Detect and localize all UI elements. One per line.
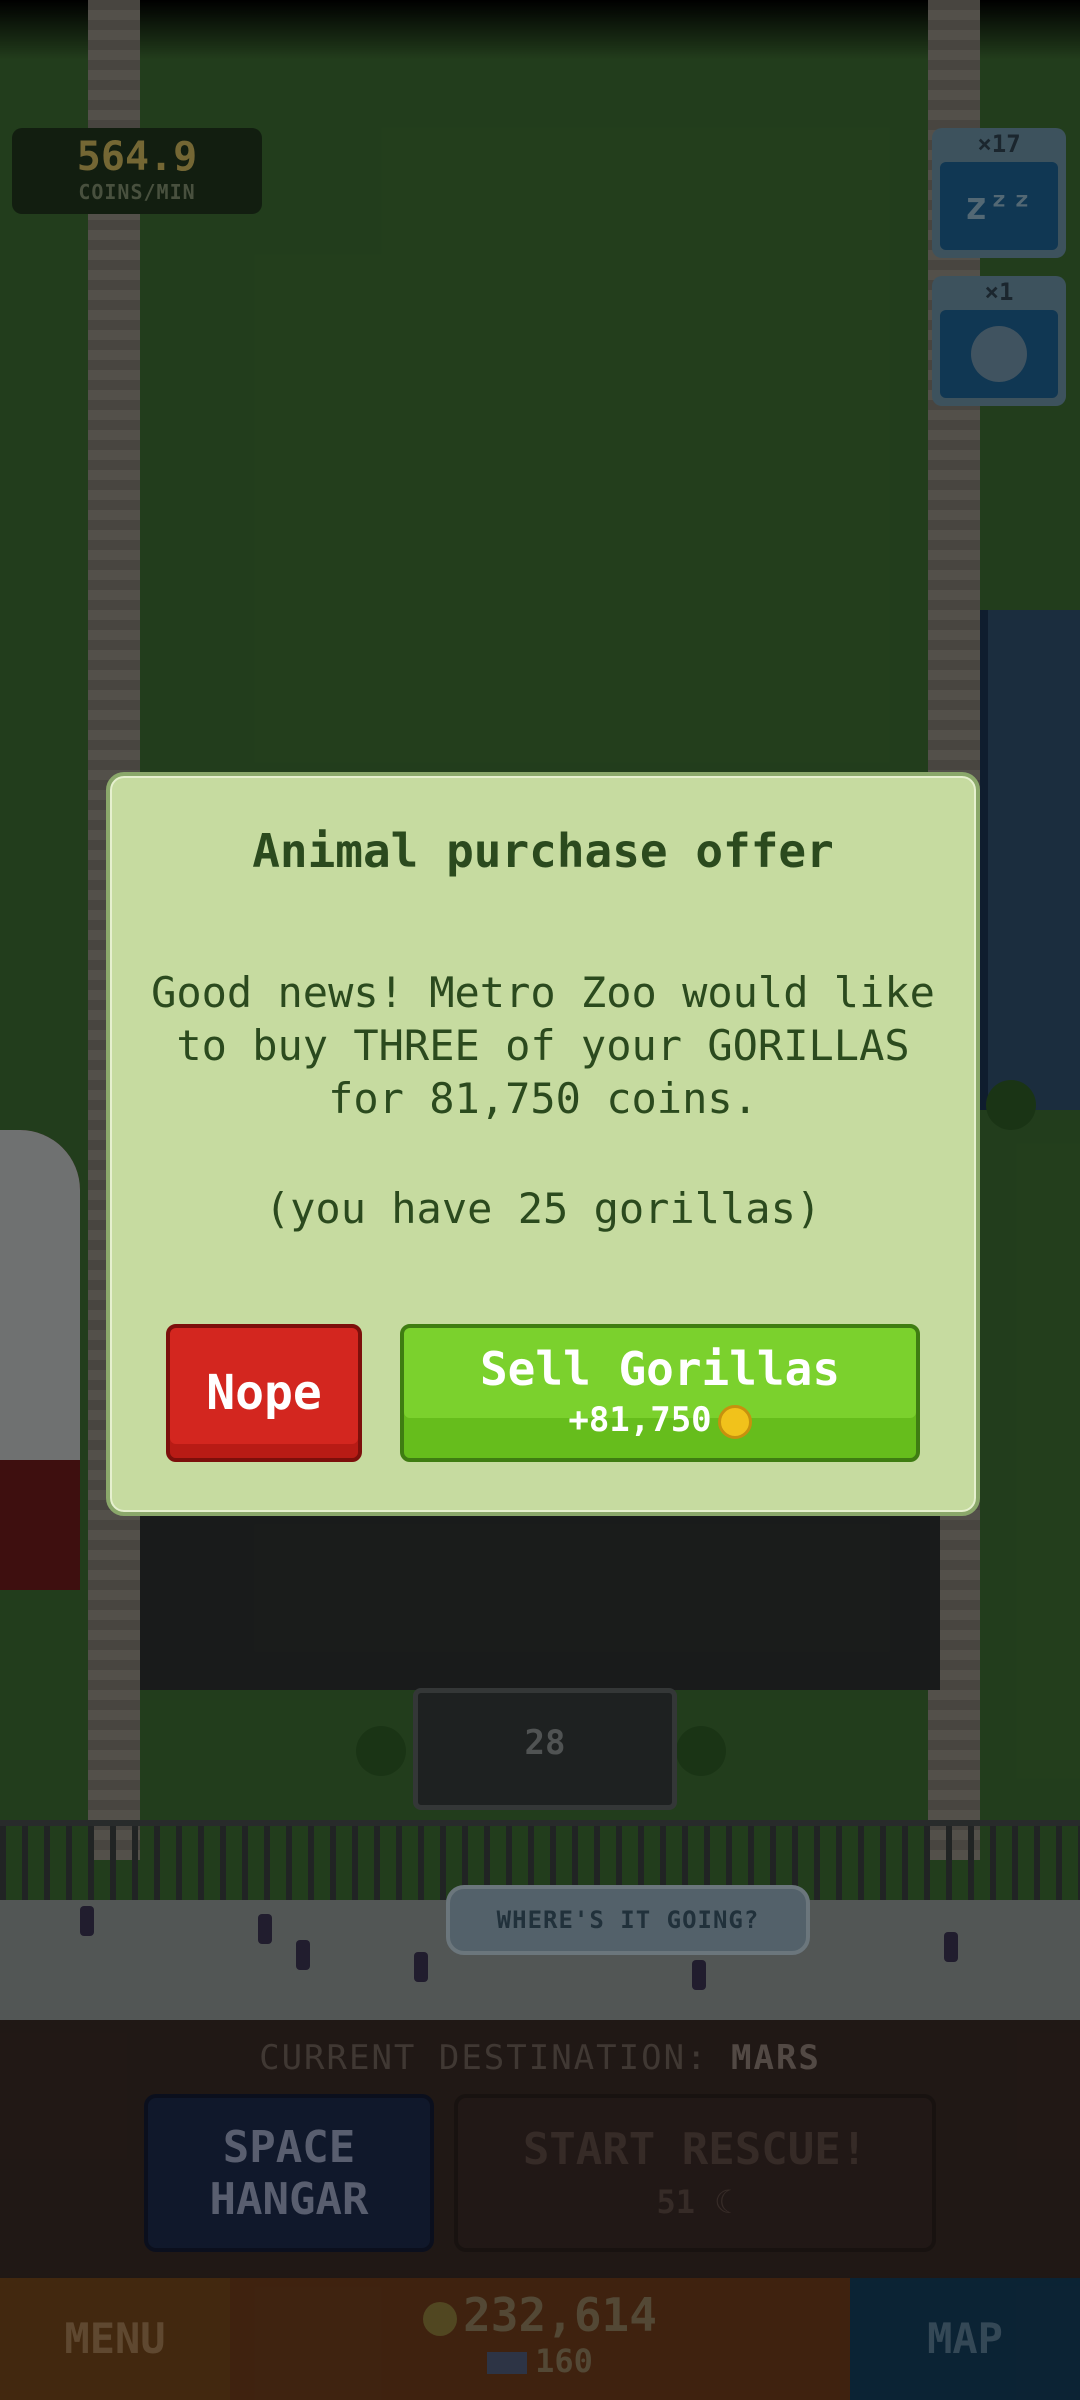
- dialog-message: Good news! Metro Zoo would like to buy T…: [151, 968, 935, 1123]
- dialog-title: Animal purchase offer: [252, 824, 834, 878]
- nope-button[interactable]: Nope: [166, 1324, 362, 1462]
- sell-amount-value: +81,750: [568, 1400, 712, 1440]
- sell-gorillas-label: Sell Gorillas: [479, 1342, 841, 1396]
- coin-icon: [717, 1404, 752, 1439]
- gorilla-count-note: (you have 25 gorillas): [264, 1184, 822, 1233]
- sell-gorillas-button[interactable]: Sell Gorillas +81,750: [400, 1324, 920, 1462]
- animal-purchase-dialog: Animal purchase offer Good news! Metro Z…: [106, 772, 980, 1516]
- sell-amount: +81,750: [404, 1400, 916, 1440]
